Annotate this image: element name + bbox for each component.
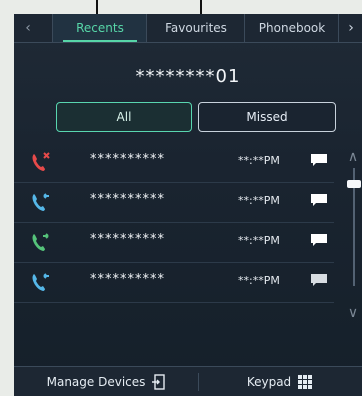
scrollbar-thumb[interactable] [347,180,361,188]
tab-phonebook[interactable]: Phonebook [244,14,339,42]
device-icon [152,374,166,390]
phone-number: ********01 [135,66,241,87]
filter-missed-button[interactable]: Missed [198,102,336,132]
scroll-up-icon[interactable]: ∧ [344,148,362,166]
caller-name: ********** [90,272,165,287]
phone-incoming-icon [32,273,49,291]
call-time: **:**PM [238,234,280,247]
phone-missed-icon [32,152,50,171]
filter-all-button[interactable]: All [56,102,192,132]
tab-phonebook-label: Phonebook [258,21,326,35]
tab-favourites-label: Favourites [165,21,227,35]
caller-name: ********** [90,232,165,247]
phone-incoming-icon [32,193,49,211]
call-row[interactable]: ********** **:**PM [14,142,334,183]
tab-recents[interactable]: Recents [52,14,147,42]
message-icon[interactable] [310,193,328,207]
keypad-button[interactable]: Keypad [198,367,362,396]
phone-outgoing-icon [32,233,49,251]
bottom-bar: Manage Devices Keypad [14,366,362,396]
callout-line-left [96,0,98,14]
callout-line-right [200,0,202,14]
message-icon[interactable] [310,273,328,287]
call-time: **:**PM [238,154,280,167]
message-icon[interactable] [310,153,328,167]
tab-bar: ‹ Recents Favourites Phonebook › [14,14,362,43]
call-time: **:**PM [238,194,280,207]
filter-missed-label: Missed [246,110,288,124]
call-time: **:**PM [238,274,280,287]
call-row[interactable]: ********** **:**PM [14,222,334,263]
scroll-down-icon[interactable]: ∨ [344,304,362,322]
tab-recents-label: Recents [76,21,124,35]
keypad-label: Keypad [246,375,292,389]
call-row[interactable]: ********** **:**PM [14,182,334,223]
chevron-right-icon[interactable]: › [338,14,362,42]
filter-all-label: All [116,110,132,124]
phone-screen: ‹ Recents Favourites Phonebook › *******… [14,14,362,396]
caller-name: ********** [90,192,165,207]
call-row[interactable]: ********** **:**PM [14,262,334,303]
tab-favourites[interactable]: Favourites [146,14,245,42]
chevron-left-icon[interactable]: ‹ [14,14,42,42]
manage-devices-label: Manage Devices [46,375,146,389]
keypad-icon [298,375,313,389]
manage-devices-button[interactable]: Manage Devices [14,367,198,396]
caller-name: ********** [90,152,165,167]
message-icon[interactable] [310,233,328,247]
